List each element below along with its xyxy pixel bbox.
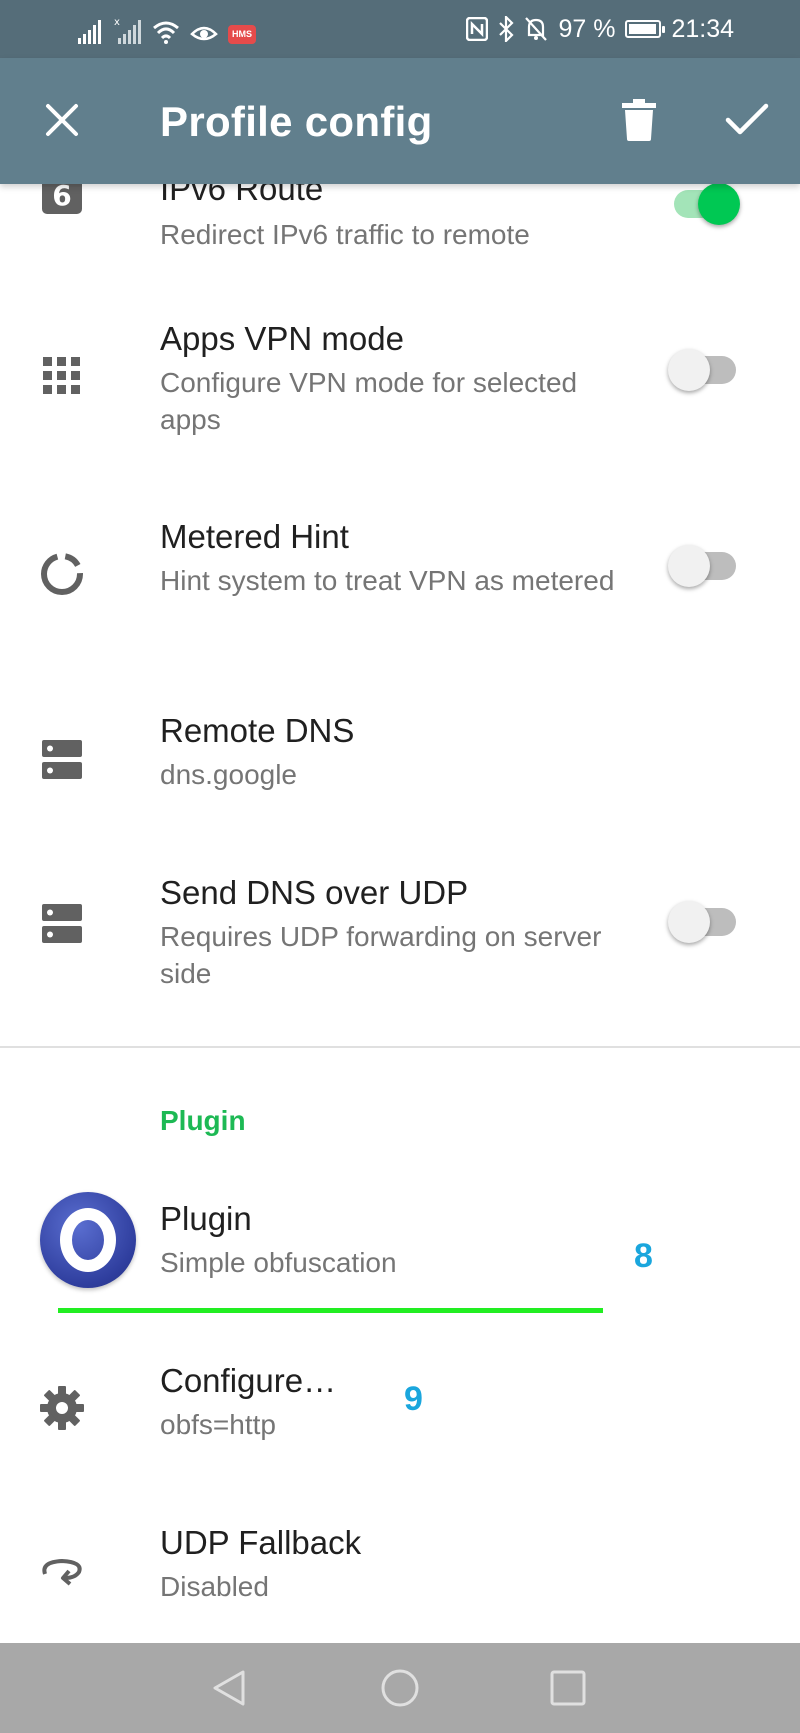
setting-subtitle: dns.google [160, 759, 298, 790]
ipv6-route-switch[interactable] [668, 184, 740, 230]
delete-button[interactable] [607, 88, 671, 152]
annotation-label: 8 [634, 1237, 653, 1275]
setting-subtitle: Simple obfuscation [160, 1247, 397, 1278]
status-right-icons: 97 % 21:34 [466, 12, 734, 46]
battery-icon [625, 20, 666, 38]
muted-bell-icon [525, 17, 548, 41]
hms-badge: HMS [228, 25, 256, 44]
send-dns-over-udp-switch[interactable] [668, 896, 740, 948]
setting-subtitle: Requires UDP forwarding on server side [160, 921, 602, 989]
recents-square-icon [550, 1670, 586, 1706]
back-nav-button[interactable] [204, 1663, 254, 1713]
dns-server-icon [36, 734, 88, 786]
back-triangle-icon [213, 1670, 245, 1706]
svg-text:6: 6 [52, 184, 71, 212]
delete-icon [622, 99, 656, 141]
setting-subtitle: Redirect IPv6 traffic to remote [160, 219, 530, 250]
highlight-underline [58, 1308, 603, 1313]
setting-udp-fallback[interactable]: UDP Fallback Disabled [0, 1524, 800, 1614]
clock: 21:34 [671, 14, 734, 43]
svg-text:x: x [114, 17, 120, 28]
save-button[interactable] [715, 88, 779, 152]
setting-subtitle: Configure VPN mode for selected apps [160, 367, 578, 435]
setting-subtitle: Hint system to treat VPN as metered [160, 565, 615, 596]
setting-ipv6-route[interactable]: 6 IPv6 Route Redirect IPv6 traffic to re… [0, 184, 800, 280]
setting-title: UDP Fallback [160, 1524, 362, 1561]
setting-metered-hint[interactable]: Metered Hint Hint system to treat VPN as… [0, 518, 800, 658]
section-header-plugin: Plugin [160, 1105, 246, 1136]
close-icon [46, 104, 78, 136]
section-divider [0, 1046, 800, 1048]
signal-icon [78, 20, 101, 44]
metered-hint-switch[interactable] [668, 540, 740, 592]
page-title: Profile config [160, 98, 433, 145]
setting-title: Remote DNS [160, 712, 355, 749]
settings-list: 6 IPv6 Route Redirect IPv6 traffic to re… [0, 184, 800, 1643]
status-bar: x HMS 97 % 21:34 [0, 0, 800, 58]
system-nav-bar [0, 1643, 800, 1733]
udp-fallback-icon [36, 1544, 88, 1596]
check-icon [725, 103, 769, 135]
setting-subtitle: Disabled [160, 1571, 269, 1602]
ipv6-icon: 6 [36, 184, 88, 220]
setting-title: Plugin [160, 1200, 252, 1237]
setting-plugin[interactable]: Plugin Simple obfuscation [0, 1200, 800, 1290]
setting-title: Apps VPN mode [160, 320, 404, 357]
eye-icon [190, 26, 218, 41]
battery-percent: 97 % [558, 14, 616, 43]
setting-apps-vpn-mode[interactable]: Apps VPN mode Configure VPN mode for sel… [0, 320, 800, 460]
nfc-icon [466, 17, 489, 41]
signal-no-service-icon: x [114, 17, 141, 44]
recents-nav-button[interactable] [543, 1663, 593, 1713]
metered-icon [36, 548, 88, 600]
home-circle-icon [381, 1669, 419, 1707]
apps-vpn-mode-switch[interactable] [668, 344, 740, 396]
bluetooth-icon [499, 16, 515, 42]
setting-configure[interactable]: Configure… obfs=http [0, 1362, 800, 1452]
home-nav-button[interactable] [375, 1663, 425, 1713]
setting-remote-dns[interactable]: Remote DNS dns.google [0, 698, 800, 798]
app-bar: Profile config [0, 58, 800, 184]
apps-grid-icon [36, 350, 88, 402]
gear-icon [36, 1382, 88, 1434]
dns-server-icon [36, 898, 88, 950]
setting-title: IPv6 Route [160, 184, 324, 207]
status-left-icons: x HMS [78, 14, 256, 44]
close-button[interactable] [30, 88, 94, 152]
setting-title: Metered Hint [160, 518, 349, 555]
setting-subtitle: obfs=http [160, 1409, 276, 1440]
annotation-label: 9 [404, 1380, 423, 1418]
setting-title: Configure… [160, 1362, 337, 1399]
setting-send-dns-over-udp[interactable]: Send DNS over UDP Requires UDP forwardin… [0, 874, 800, 1014]
wifi-icon [153, 21, 179, 44]
setting-title: Send DNS over UDP [160, 874, 469, 911]
